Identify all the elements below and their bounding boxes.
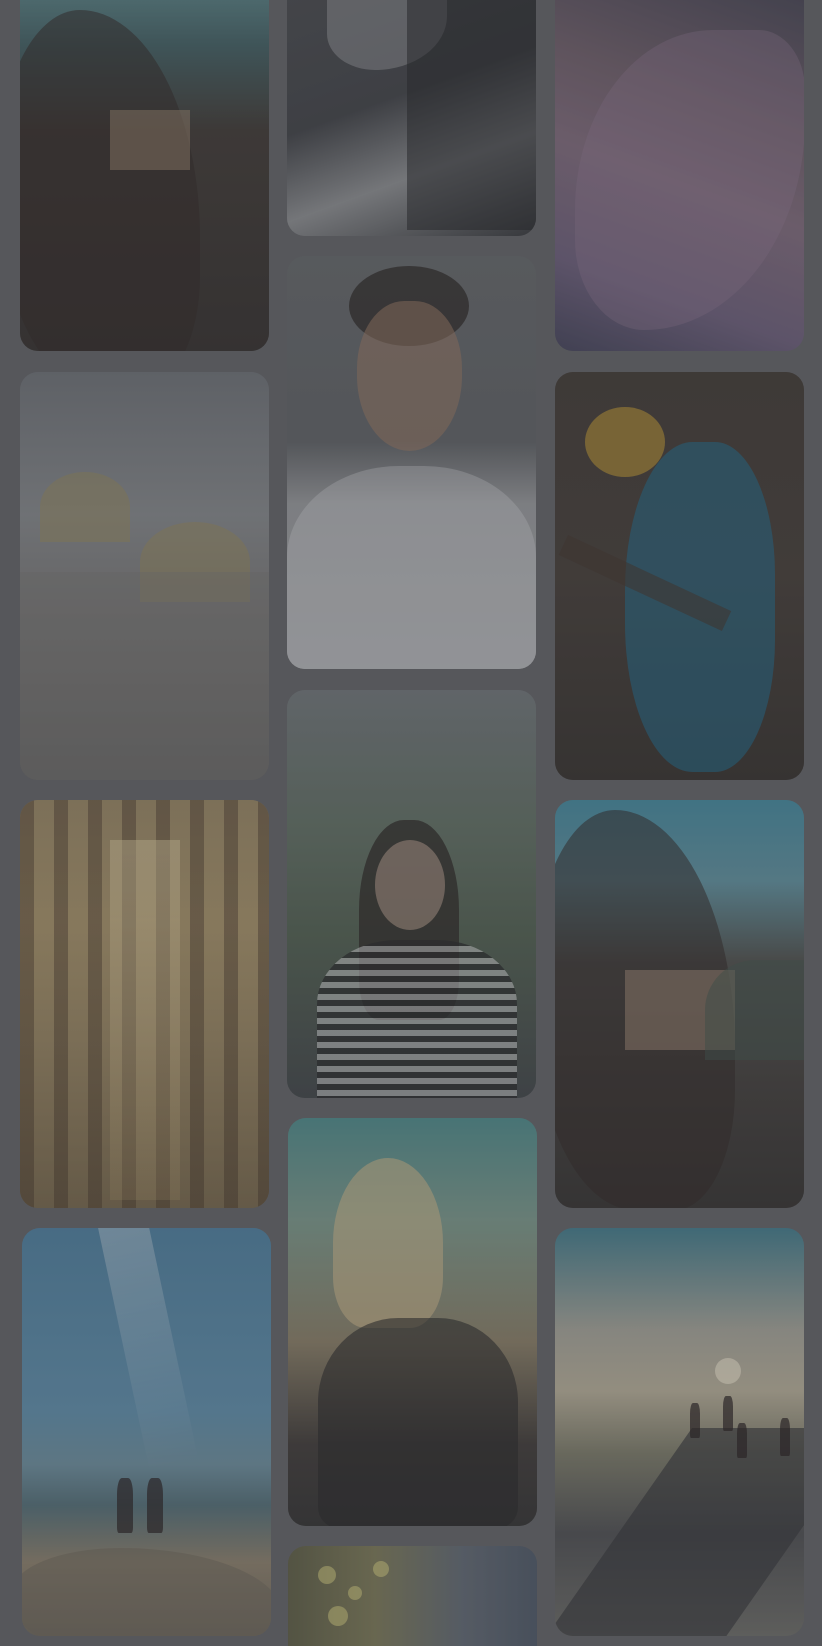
dome-left [40, 472, 130, 542]
runner [690, 1403, 700, 1438]
green-hills [705, 960, 804, 1060]
gallery-tile-monastery[interactable] [20, 0, 269, 351]
hiker-left [117, 1478, 133, 1533]
gallery-tile-cathedral[interactable] [20, 372, 269, 780]
striped-shirt [317, 940, 517, 1098]
gallery-tile-parrot[interactable] [555, 372, 804, 780]
summit-rock [22, 1548, 271, 1636]
gallery-tile-man-portrait[interactable] [287, 256, 536, 669]
bokeh-light [318, 1566, 336, 1584]
hiker-right [147, 1478, 163, 1533]
bokeh-light [373, 1561, 389, 1577]
gallery-tile-woman-portrait[interactable] [287, 0, 536, 236]
gallery-tile-canyon[interactable] [555, 0, 804, 351]
road [555, 1428, 804, 1636]
gallery-tile-woman-laughing[interactable] [288, 1118, 537, 1526]
bokeh-light [348, 1586, 362, 1600]
gallery-tile-woman-stripes[interactable] [287, 690, 536, 1098]
gallery-tile-lights[interactable] [288, 1546, 537, 1646]
sun-beam [95, 1228, 199, 1471]
parrot-head [585, 407, 665, 477]
monastery-building [110, 110, 190, 170]
runner [737, 1423, 747, 1458]
blonde-hair [333, 1158, 443, 1328]
white-shirt [287, 466, 536, 669]
gallery-tile-hikers[interactable] [22, 1228, 271, 1636]
sun [715, 1358, 741, 1384]
runner [780, 1418, 790, 1456]
face [375, 840, 445, 930]
cliff-shape [20, 10, 200, 351]
face [357, 301, 462, 451]
photo-gallery [0, 0, 822, 1646]
canyon-wave [575, 30, 804, 330]
gallery-tile-cathedral-interior[interactable] [20, 800, 269, 1208]
interior-light [110, 840, 180, 1200]
hair-shadow [407, 0, 536, 230]
gallery-tile-monastery[interactable] [555, 800, 804, 1208]
cathedral-body [20, 572, 269, 780]
bokeh-light [328, 1606, 348, 1626]
dark-clothes [318, 1318, 518, 1526]
runner [723, 1396, 733, 1431]
gallery-tile-runners[interactable] [555, 1228, 804, 1636]
